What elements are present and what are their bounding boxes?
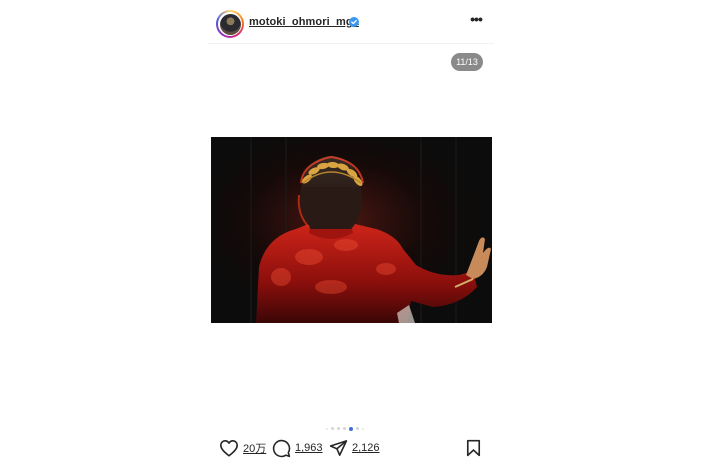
share-button[interactable]: 2,126 — [329, 437, 380, 459]
carousel-dot-active — [349, 426, 353, 431]
carousel-indicator — [326, 426, 364, 431]
more-options-icon[interactable]: ••• — [468, 12, 484, 28]
carousel-dot — [331, 427, 334, 430]
carousel-dot — [356, 427, 359, 430]
avatar-image — [219, 13, 241, 35]
carousel-dot — [326, 427, 328, 430]
verified-badge-icon — [349, 17, 359, 27]
like-count[interactable]: 20万 — [243, 440, 266, 456]
action-bar: 20万 1,963 2,126 — [208, 437, 494, 459]
carousel-dot — [362, 427, 364, 430]
carousel-dot — [337, 427, 340, 430]
heart-icon — [220, 439, 238, 457]
post-header: motoki_ohmori_mga ••• — [208, 8, 494, 42]
carousel-dot — [343, 427, 346, 430]
post-photo[interactable] — [211, 137, 492, 323]
instagram-post: motoki_ohmori_mga ••• 11/13 20万 1,963 2,… — [208, 0, 494, 464]
image-counter-badge: 11/13 — [451, 53, 483, 71]
page: motoki_ohmori_mga ••• 11/13 20万 1,963 2,… — [0, 0, 702, 464]
share-count[interactable]: 2,126 — [352, 442, 380, 454]
bookmark-icon — [466, 439, 481, 457]
save-button[interactable] — [466, 437, 481, 459]
comment-count[interactable]: 1,963 — [295, 442, 323, 454]
like-button[interactable]: 20万 — [219, 437, 266, 459]
avatar-border — [218, 12, 242, 36]
send-icon — [329, 440, 348, 456]
header-divider — [208, 43, 494, 44]
photo-illustration — [211, 137, 492, 323]
comment-icon — [272, 439, 291, 457]
comment-button[interactable]: 1,963 — [272, 437, 323, 459]
avatar[interactable] — [216, 10, 244, 38]
username-link[interactable]: motoki_ohmori_mga — [249, 16, 359, 28]
